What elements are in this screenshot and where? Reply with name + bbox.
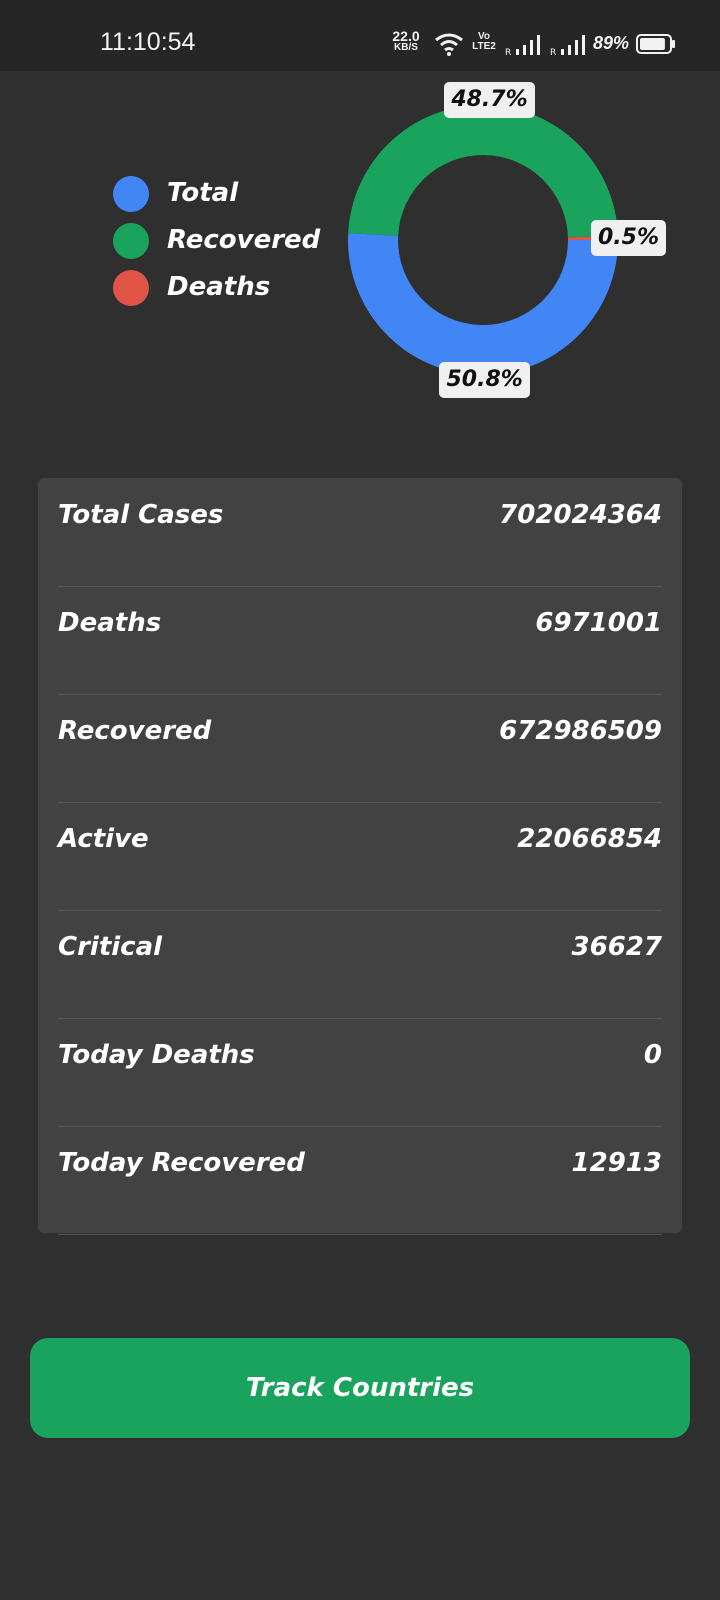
stat-value: 36627 [571, 932, 662, 962]
slice-label-recovered: 48.7% [444, 82, 535, 118]
volte-icon: Vo LTE2 [471, 32, 497, 52]
signal-icon: R [505, 35, 540, 56]
battery-icon [636, 34, 675, 54]
stat-label: Active [58, 824, 149, 854]
stat-label: Today Deaths [58, 1040, 255, 1070]
stat-row-today-deaths: Today Deaths 0 [58, 1018, 662, 1127]
svg-text:R: R [505, 48, 511, 56]
stat-label: Deaths [58, 608, 162, 638]
volte-bottom: LTE2 [472, 41, 496, 52]
stat-row-today-recovered: Today Recovered 12913 [58, 1126, 662, 1235]
stat-value: 22066854 [517, 824, 662, 854]
stat-value: 6971001 [535, 608, 662, 638]
legend-label-deaths: Deaths [167, 272, 271, 302]
stat-label: Today Recovered [58, 1148, 305, 1178]
legend-label-total: Total [167, 178, 239, 208]
battery-percent: 89% [593, 33, 630, 53]
stat-value: 702024364 [499, 500, 662, 530]
donut-slice-total [347, 233, 618, 376]
stat-row-recovered: Recovered 672986509 [58, 694, 662, 803]
legend-dot-deaths [113, 270, 149, 306]
stat-row-total-cases: Total Cases 702024364 [58, 478, 662, 587]
stat-value: 12913 [571, 1148, 662, 1178]
legend-dot-total [113, 176, 149, 212]
legend-dot-recovered [113, 223, 149, 259]
stat-row-critical: Critical 36627 [58, 910, 662, 1019]
slice-label-total: 50.8% [439, 361, 530, 398]
signal-icon: R [550, 35, 585, 56]
stat-row-active: Active 22066854 [58, 802, 662, 911]
slice-label-deaths: 0.5% [590, 219, 666, 256]
status-time: 11:10:54 [100, 28, 196, 56]
stat-value: 672986509 [499, 716, 662, 746]
svg-text:R: R [550, 48, 556, 56]
network-speed-value: 22.0 [392, 28, 420, 44]
stat-label: Recovered [58, 716, 212, 746]
legend-label-recovered: Recovered [167, 225, 321, 255]
donut-slice-recovered [348, 105, 618, 238]
stats-card: Total Cases 702024364 Deaths 6971001 Rec… [38, 478, 682, 1235]
status-bar: 11:10:54 22.0 KB/S Vo LTE2 R R 89% [0, 0, 720, 71]
stat-value: 0 [643, 1040, 662, 1070]
stat-label: Total Cases [58, 500, 224, 530]
stat-row-deaths: Deaths 6971001 [58, 586, 662, 695]
network-speed: 22.0 KB/S [388, 28, 424, 54]
track-countries-button[interactable]: Track Countries [30, 1338, 690, 1438]
wifi-icon [435, 33, 463, 56]
stat-label: Critical [58, 932, 163, 962]
